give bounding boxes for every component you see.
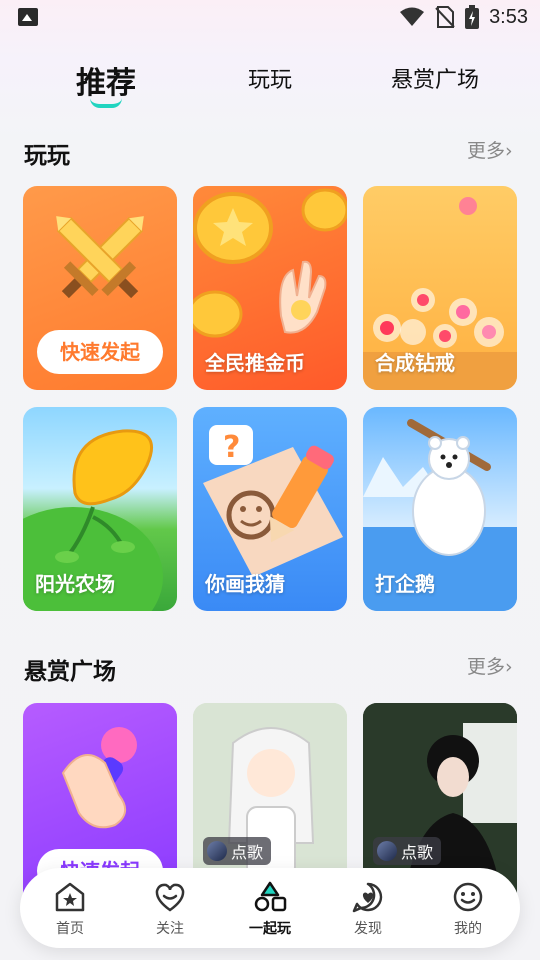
home-icon — [55, 882, 85, 912]
game-card-merge-ring[interactable]: 合成钻戒 — [363, 186, 517, 390]
discover-icon — [352, 882, 383, 913]
nav-profile[interactable]: 我的 — [438, 880, 498, 938]
more-link-bounty[interactable]: 更多› — [467, 652, 513, 679]
game-card-sunshine-farm[interactable]: 阳光农场 — [23, 407, 177, 611]
game-card-label: 你画我猜 — [205, 572, 285, 596]
profile-icon — [453, 882, 483, 912]
heart-icon — [155, 883, 185, 912]
nav-label: 首页 — [56, 921, 84, 937]
game-card-hit-penguin[interactable]: 打企鹅 — [363, 407, 517, 611]
nav-label: 关注 — [156, 921, 184, 937]
more-link-play[interactable]: 更多› — [467, 136, 513, 163]
svg-text:?: ? — [223, 430, 240, 465]
bottom-navigation-bar: 首页 关注 一起玩 发现 我的 — [20, 868, 520, 948]
nav-discover[interactable]: 发现 — [338, 880, 398, 938]
battery-icon — [465, 5, 480, 29]
tab-active-indicator — [90, 98, 122, 108]
tab-bounty-square[interactable]: 悬赏广场 — [391, 62, 479, 94]
wifi-icon — [400, 7, 425, 26]
gallery-notification-icon — [18, 8, 38, 26]
tag-label: 点歌 — [401, 843, 434, 862]
game-card-draw-guess[interactable]: ? 你画我猜 — [193, 407, 347, 611]
user-avatar — [377, 841, 397, 861]
tab-play[interactable]: 玩玩 — [248, 62, 292, 94]
song-request-tag: 点歌 — [203, 837, 272, 865]
clock-time: 3:53 — [489, 5, 528, 28]
game-card-coin-pusher[interactable]: 全民推金币 — [193, 186, 347, 390]
game-card-label: 阳光农场 — [35, 572, 115, 596]
nav-home[interactable]: 首页 — [40, 880, 100, 938]
section-title-bounty: 悬赏广场 — [24, 659, 116, 685]
status-bar: 3:53 — [0, 0, 540, 36]
game-card-quick-start[interactable]: 快速发起 — [23, 186, 177, 390]
tab-recommend[interactable]: 推荐 — [76, 58, 136, 102]
section-title-play: 玩玩 — [24, 143, 70, 169]
game-card-label: 全民推金币 — [205, 351, 305, 375]
nav-label: 我的 — [454, 921, 482, 937]
nav-label: 一起玩 — [249, 921, 291, 937]
song-request-tag: 点歌 — [373, 837, 442, 865]
user-avatar — [207, 841, 227, 861]
no-sim-icon — [435, 6, 455, 28]
game-card-label: 打企鹅 — [375, 572, 435, 596]
top-tab-bar: 推荐 玩玩 悬赏广场 — [0, 62, 540, 112]
nav-play-together[interactable]: 一起玩 — [240, 880, 300, 938]
play-together-icon — [254, 881, 287, 912]
nav-follow[interactable]: 关注 — [140, 880, 200, 938]
tag-label: 点歌 — [231, 843, 264, 862]
game-card-label: 合成钻戒 — [375, 351, 455, 375]
quick-start-button[interactable]: 快速发起 — [37, 330, 163, 374]
nav-label: 发现 — [354, 921, 382, 937]
